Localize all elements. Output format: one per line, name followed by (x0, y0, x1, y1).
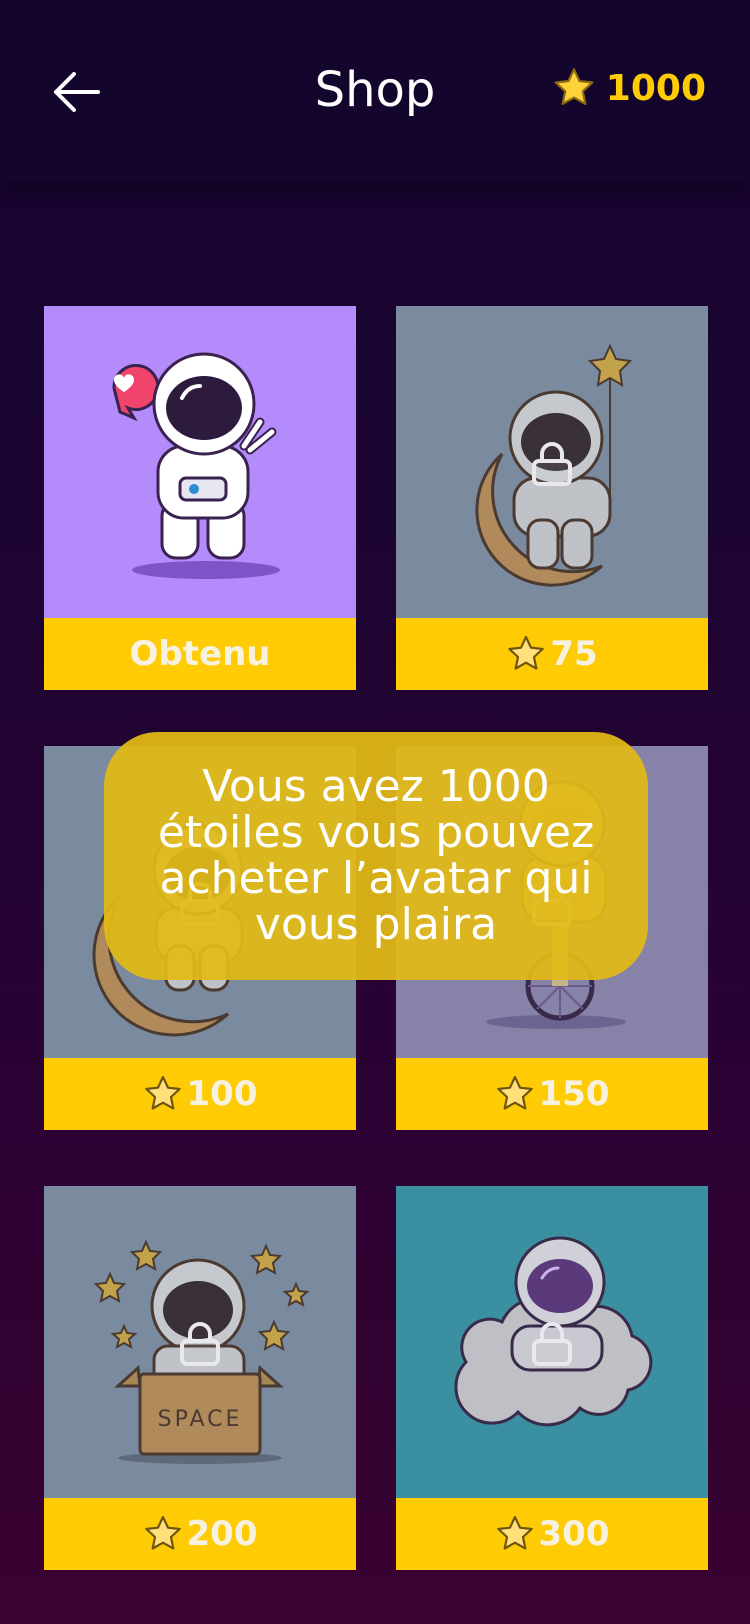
avatar-card[interactable]: 300 (396, 1186, 708, 1570)
avatar-image (396, 306, 708, 618)
price-tag: 75 (396, 618, 708, 690)
avatar-image (396, 1186, 708, 1498)
balance-value: 1000 (605, 67, 706, 109)
price-tag: 100 (44, 1058, 356, 1130)
lock-icon (532, 442, 572, 486)
owned-label: Obtenu (44, 618, 356, 690)
star-icon (554, 68, 594, 106)
star-icon (496, 1515, 533, 1550)
avatar-image (44, 306, 356, 618)
card-price: 200 (186, 1514, 258, 1554)
lock-icon (532, 1322, 572, 1366)
card-price: 150 (538, 1074, 610, 1114)
card-price: Obtenu (129, 634, 271, 674)
avatar-card[interactable]: 75 (396, 306, 708, 690)
star-icon (508, 635, 545, 670)
avatar-card[interactable]: SPACE 200 (44, 1186, 356, 1570)
card-price: 75 (550, 634, 598, 674)
toast-message: Vous avez 1000 étoiles vous pouvez achet… (104, 732, 648, 980)
card-price: 300 (538, 1514, 610, 1554)
price-tag: 200 (44, 1498, 356, 1570)
star-icon (496, 1075, 533, 1110)
star-balance: 1000 (552, 66, 706, 110)
app-header: Shop 1000 (0, 0, 750, 182)
lock-icon (180, 1322, 220, 1366)
box-label: SPACE (158, 1407, 243, 1432)
avatar-image: SPACE (44, 1186, 356, 1498)
star-icon (144, 1075, 181, 1110)
star-icon (144, 1515, 181, 1550)
price-tag: 150 (396, 1058, 708, 1130)
price-tag: 300 (396, 1498, 708, 1570)
avatar-card[interactable]: Obtenu (44, 306, 356, 690)
card-price: 100 (186, 1074, 258, 1114)
